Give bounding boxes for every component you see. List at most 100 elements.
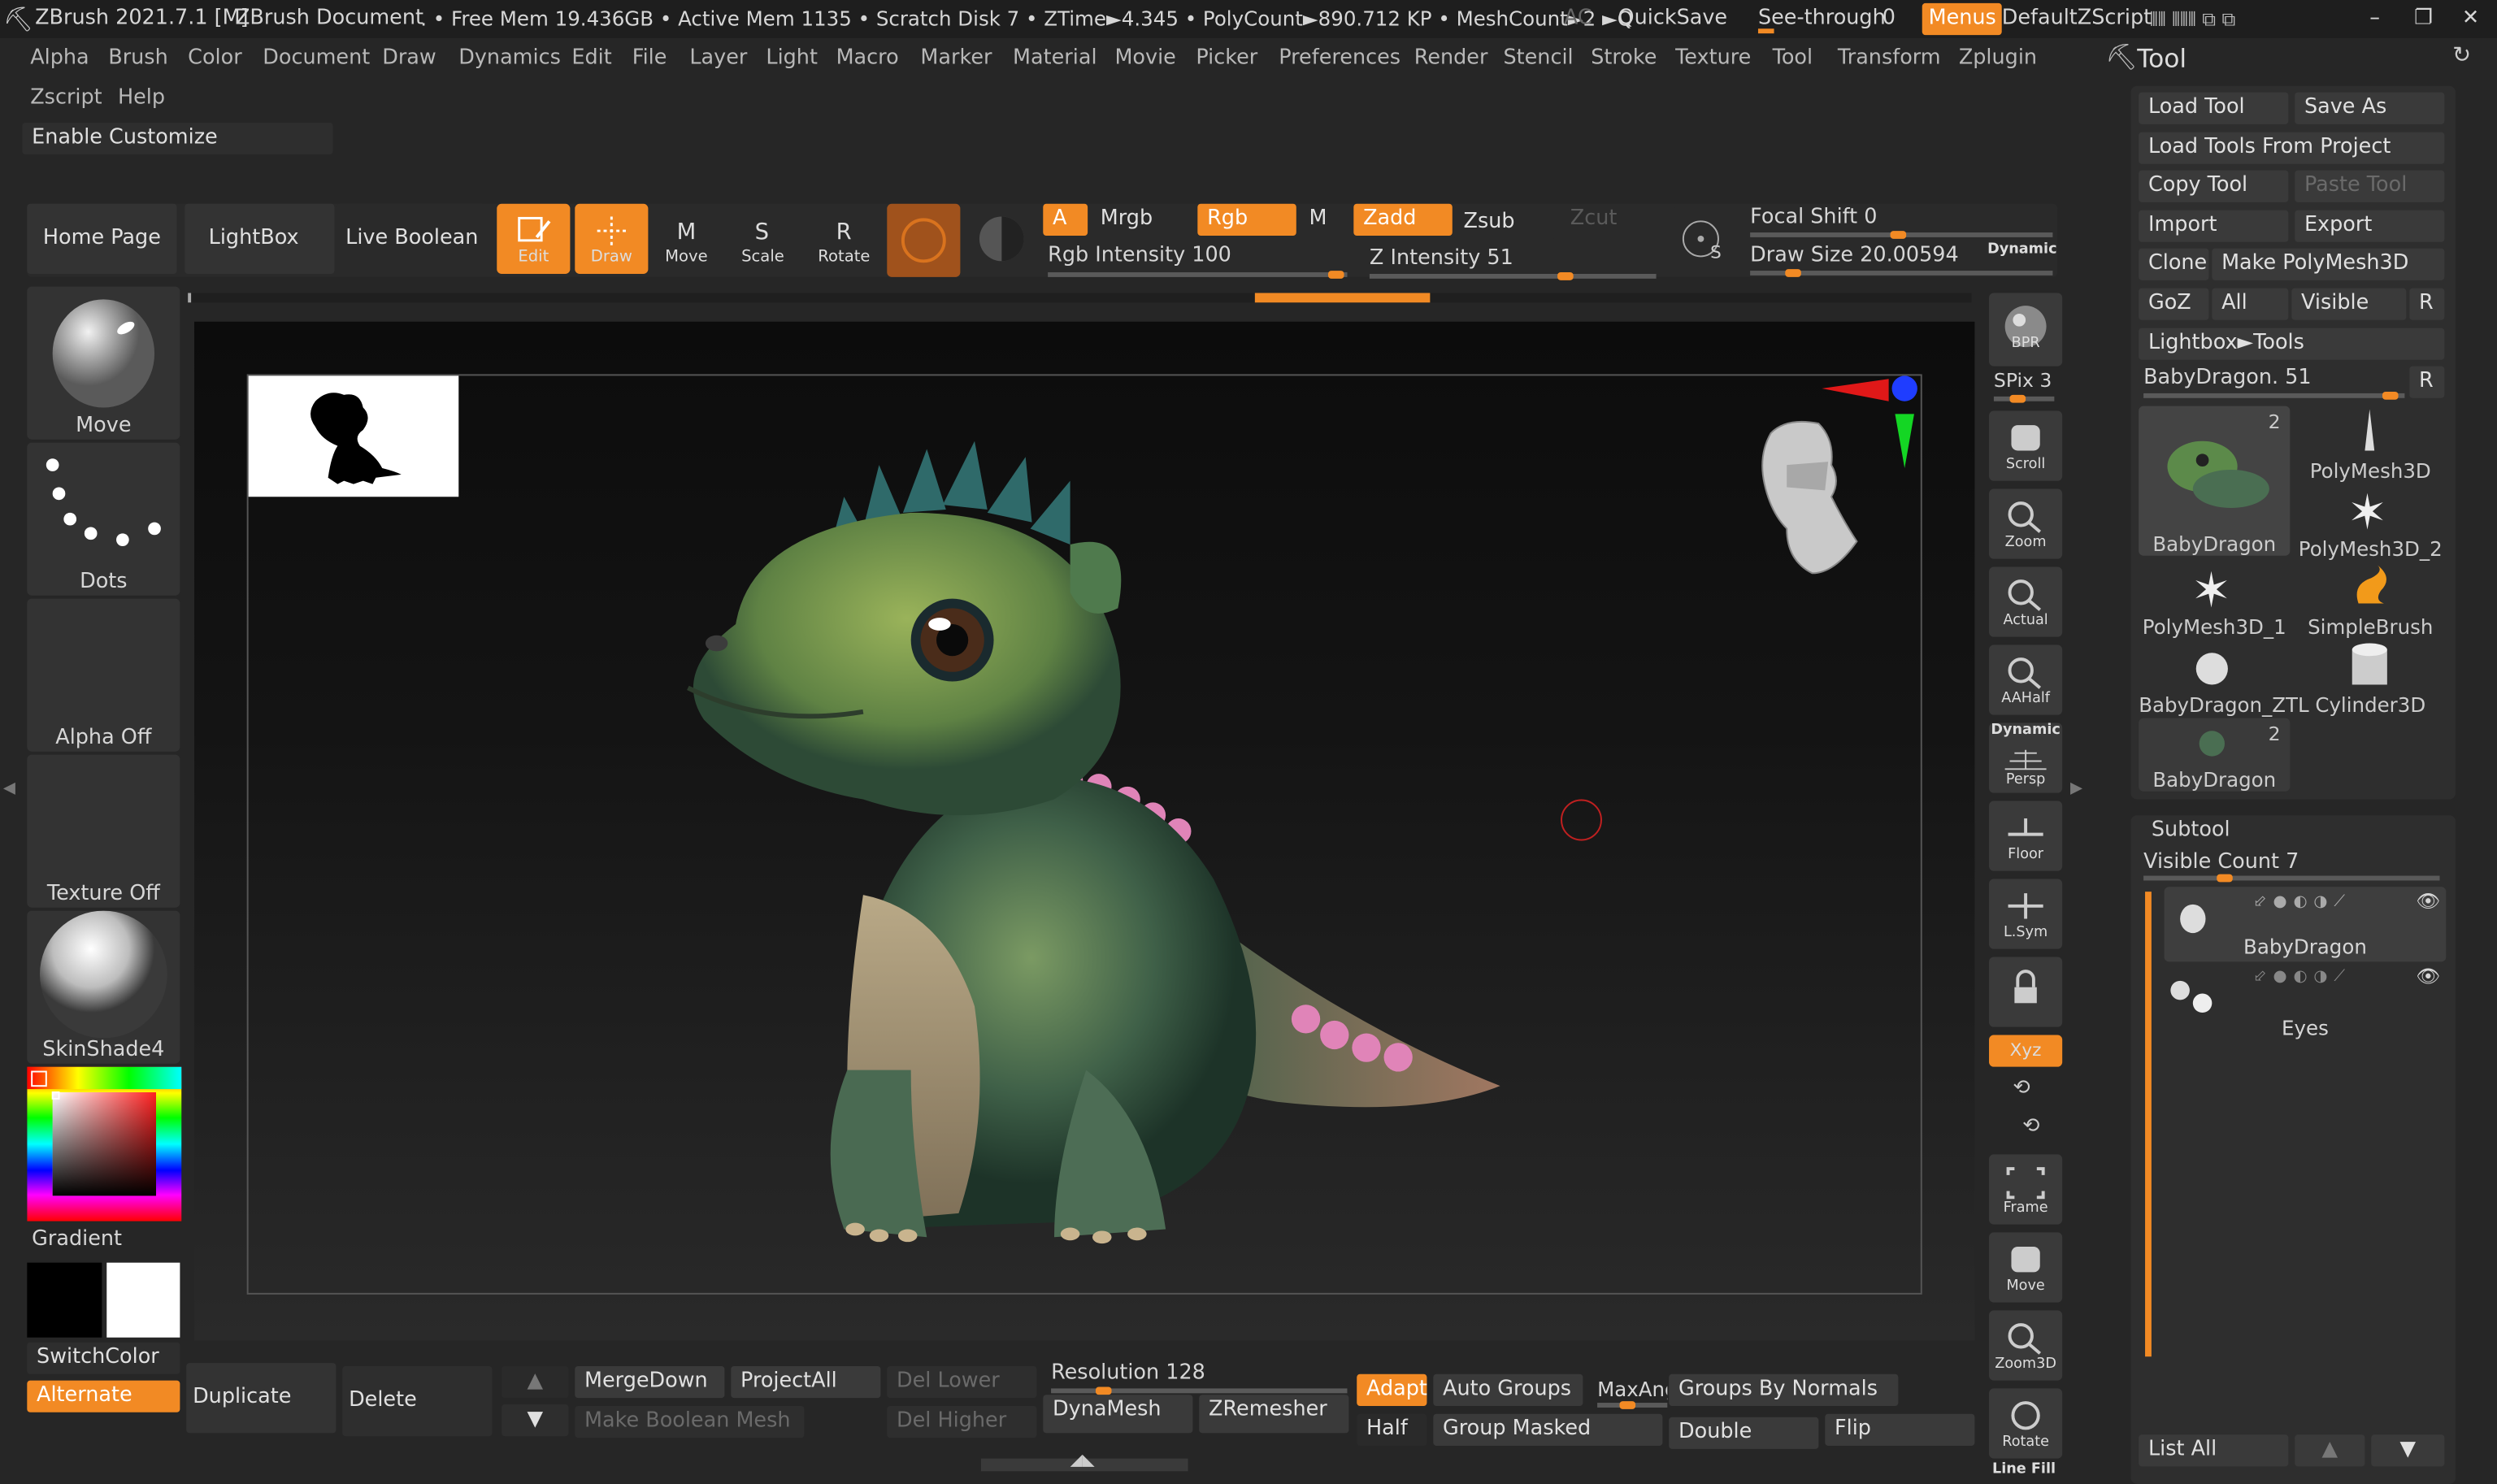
stroke-selector[interactable]: Dots <box>27 442 180 596</box>
goz-all-button[interactable]: All <box>2212 288 2289 320</box>
menu-document[interactable]: Document <box>263 46 370 70</box>
lightbox-button[interactable]: LightBox <box>185 203 335 274</box>
menu-stencil[interactable]: Stencil <box>1503 46 1573 70</box>
timeline-bar[interactable] <box>188 293 1972 303</box>
persp-button[interactable]: Dynamic Persp <box>1989 722 2063 793</box>
subtool-toggle-icons[interactable]: ⬃●◐◑⟋ <box>2253 968 2352 986</box>
subtool-toggle-icons[interactable]: ⬃●◐◑⟋ <box>2253 893 2352 911</box>
menu-preferences[interactable]: Preferences <box>1279 46 1400 70</box>
z-intensity-slider[interactable] <box>1369 272 1657 280</box>
move-mode-button[interactable]: M Move <box>649 204 723 274</box>
tool-tile-babydragon-2[interactable]: BabyDragon 2 <box>2139 718 2291 792</box>
menu-zplugin[interactable]: Zplugin <box>1959 46 2037 70</box>
menu-brush[interactable]: Brush <box>108 46 168 70</box>
adapt-button[interactable]: Adapt <box>1357 1373 1427 1406</box>
home-page-button[interactable]: Home Page <box>27 203 177 274</box>
bpr-button[interactable]: BPR <box>1989 293 2063 367</box>
floor-button[interactable]: Floor <box>1989 801 2063 871</box>
spix-slider[interactable] <box>1993 394 2055 403</box>
delete-button[interactable]: Delete <box>342 1365 493 1437</box>
resolution-slider[interactable] <box>1051 1386 1348 1395</box>
material-brush-button[interactable] <box>887 203 961 277</box>
scroll-button[interactable]: Scroll <box>1989 410 2063 481</box>
double-button[interactable]: Double <box>1669 1417 1819 1449</box>
paste-tool-button[interactable]: Paste Tool <box>2295 170 2445 202</box>
lsym-button[interactable]: L.Sym <box>1989 879 2063 949</box>
group-masked-button[interactable]: Group Masked <box>1433 1413 1663 1446</box>
a-button[interactable]: A <box>1043 203 1088 236</box>
tool-tile-babydragon[interactable]: BabyDragon 2 <box>2139 406 2291 556</box>
merge-down-button[interactable]: MergeDown <box>575 1365 725 1399</box>
menu-help[interactable]: Help <box>118 86 165 110</box>
subtool-up-icon[interactable]: ▲ <box>2295 1434 2365 1467</box>
menu-color[interactable]: Color <box>188 46 242 70</box>
tool-tile-cylinder3d[interactable]: Cylinder3D <box>2295 640 2446 717</box>
primary-color-swatch[interactable] <box>27 1262 102 1338</box>
list-all-button[interactable]: List All <box>2139 1434 2289 1467</box>
draw-mode-button[interactable]: Draw <box>575 203 649 274</box>
frame-button[interactable]: Frame <box>1989 1154 2063 1225</box>
export-button[interactable]: Export <box>2295 210 2445 242</box>
zadd-button[interactable]: Zadd <box>1353 203 1453 236</box>
del-lower-button[interactable]: Del Lower <box>887 1365 1037 1399</box>
menu-alpha[interactable]: Alpha <box>30 46 89 70</box>
goz-r-button[interactable]: R <box>2409 288 2445 320</box>
minimize-icon[interactable]: – <box>2369 0 2380 38</box>
half-button[interactable]: Half <box>1357 1413 1427 1446</box>
dragon-model[interactable] <box>672 433 1532 1261</box>
make-boolean-mesh-button[interactable]: Make Boolean Mesh <box>575 1405 805 1438</box>
project-all-button[interactable]: ProjectAll <box>731 1365 881 1399</box>
subtool-item-eyes[interactable]: ⬃●◐◑⟋ 👁 Eyes <box>2165 965 2447 1039</box>
move-up-icon[interactable]: ▲ <box>502 1365 569 1399</box>
menu-tool[interactable]: Tool <box>1773 46 1813 70</box>
left-collapse-icon[interactable]: ◀ <box>3 780 15 798</box>
goz-button[interactable]: GoZ <box>2139 288 2209 320</box>
rotate-view-button[interactable]: Rotate <box>1989 1388 2063 1459</box>
zsub-button[interactable]: Zsub <box>1453 206 1557 239</box>
stroke-sphere-button[interactable] <box>971 207 1031 271</box>
eye-icon[interactable]: 👁 <box>2416 890 2440 912</box>
tool-tile-polymesh3d-1[interactable]: ✶ PolyMesh3D_1 <box>2139 562 2290 638</box>
menu-zscript[interactable]: Zscript <box>30 86 102 110</box>
clone-button[interactable]: Clone <box>2139 248 2209 280</box>
menu-draw[interactable]: Draw <box>382 46 436 70</box>
goz-visible-button[interactable]: Visible <box>2291 288 2407 320</box>
menu-macro[interactable]: Macro <box>836 46 899 70</box>
live-boolean-button[interactable]: Live Boolean <box>336 203 486 274</box>
alpha-selector[interactable]: Alpha Off <box>27 598 180 752</box>
menu-dynamics[interactable]: Dynamics <box>458 46 561 70</box>
tool-tile-babydragon-ztl[interactable]: BabyDragon_ZTL <box>2139 640 2309 717</box>
navigation-gizmo[interactable] <box>1723 370 1930 592</box>
zcut-button[interactable]: Zcut <box>1561 204 1657 236</box>
zoom-button[interactable]: Zoom <box>1989 488 2063 559</box>
draw-size-slider[interactable] <box>1750 269 2053 277</box>
eye-icon[interactable]: 👁 <box>2416 965 2440 987</box>
current-tool-r-button[interactable]: R <box>2409 366 2445 398</box>
line-fill-label[interactable]: Line Fill <box>1992 1462 2056 1478</box>
visible-count-slider[interactable] <box>2143 874 2440 883</box>
viewport-canvas[interactable] <box>194 321 1975 1341</box>
restore-icon[interactable]: ❐ <box>2414 0 2433 38</box>
menus-button[interactable]: Menus <box>1922 2 2003 36</box>
duplicate-button[interactable]: Duplicate <box>186 1363 337 1434</box>
zremesher-button[interactable]: ZRemesher <box>1199 1395 1349 1434</box>
auto-groups-button[interactable]: Auto Groups <box>1433 1373 1583 1406</box>
move-view-button[interactable]: Move <box>1989 1232 2063 1303</box>
zoom3d-button[interactable]: Zoom3D <box>1989 1310 2063 1381</box>
subtool-scrollbar[interactable] <box>2145 892 2152 1357</box>
actual-button[interactable]: Actual <box>1989 566 2063 637</box>
menu-transform[interactable]: Transform <box>1838 46 1941 70</box>
secondary-color-swatch[interactable] <box>106 1262 180 1338</box>
rotate-y-icon[interactable]: ⟲ <box>2013 1076 2030 1100</box>
tool-tile-polymesh3d-2[interactable]: ✶ PolyMesh3D_2 <box>2295 484 2446 560</box>
rotate-z-icon[interactable]: ⟲ <box>2022 1114 2039 1138</box>
menu-stroke[interactable]: Stroke <box>1591 46 1657 70</box>
switch-color-button[interactable]: SwitchColor <box>27 1342 180 1374</box>
default-zscript-button[interactable]: DefaultZScript <box>2002 0 2152 38</box>
load-tool-button[interactable]: Load Tool <box>2139 92 2289 124</box>
groups-by-normals-button[interactable]: Groups By Normals <box>1669 1373 1899 1406</box>
stroke-symmetry-button[interactable]: S <box>1672 206 1736 271</box>
flip-button[interactable]: Flip <box>1825 1413 1975 1446</box>
rotate-mode-button[interactable]: R Rotate <box>807 204 880 274</box>
layout-icons[interactable]: ⫴⫴ ⫴⫴⫴ ⧉ ⧉ <box>2150 0 2235 38</box>
